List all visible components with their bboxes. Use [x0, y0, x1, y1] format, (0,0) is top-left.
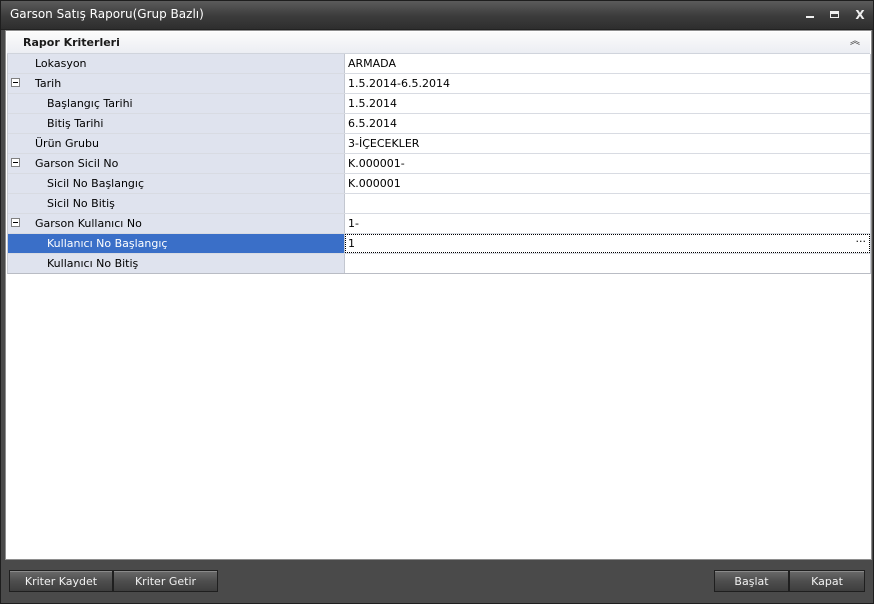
property-value: ARMADA	[348, 57, 396, 70]
save-criteria-button[interactable]: Kriter Kaydet	[9, 570, 113, 592]
collapse-icon[interactable]	[11, 158, 20, 167]
property-row-garson-sicil-no[interactable]: Garson Sicil No K.000001-	[8, 153, 870, 173]
button-bar: Kriter Kaydet Kriter Getir Başlat Kapat	[5, 560, 870, 600]
property-value: K.000001-	[348, 157, 405, 170]
app-window: Garson Satış Raporu(Grup Bazlı) X Rapor …	[0, 0, 874, 604]
property-row-kullanici-no-baslangic[interactable]: Kullanıcı No Başlangıç 1 ···	[8, 233, 870, 253]
collapse-icon[interactable]	[11, 218, 20, 227]
property-value: 1.5.2014-6.5.2014	[348, 77, 450, 90]
criteria-group-title: Rapor Kriterleri	[23, 36, 120, 49]
property-row-sicil-no-baslangic[interactable]: Sicil No Başlangıç K.000001	[8, 173, 870, 193]
property-row-bitis-tarihi[interactable]: Bitiş Tarihi 6.5.2014	[8, 113, 870, 133]
property-row-tarih[interactable]: Tarih 1.5.2014-6.5.2014	[8, 73, 870, 93]
kullanici-no-baslangic-input[interactable]: 1 ···	[345, 234, 870, 253]
chevron-double-up-icon[interactable]: ︽	[848, 35, 862, 49]
property-value: 1-	[348, 217, 359, 230]
close-window-button[interactable]: X	[851, 6, 869, 24]
property-row-baslangic-tarihi[interactable]: Başlangıç Tarihi 1.5.2014	[8, 93, 870, 113]
ellipsis-button[interactable]: ···	[856, 235, 867, 248]
property-label: Kullanıcı No Bitiş	[47, 257, 139, 270]
window-title: Garson Satış Raporu(Grup Bazlı)	[10, 7, 204, 21]
property-label: Ürün Grubu	[35, 137, 99, 150]
property-value: 1.5.2014	[348, 97, 397, 110]
property-label: Sicil No Başlangıç	[47, 177, 145, 190]
title-bar[interactable]: Garson Satış Raporu(Grup Bazlı) X	[1, 1, 873, 30]
property-label: Başlangıç Tarihi	[47, 97, 133, 110]
property-label: Tarih	[35, 77, 62, 90]
close-button[interactable]: Kapat	[789, 570, 865, 592]
property-label: Bitiş Tarihi	[47, 117, 104, 130]
property-grid: Lokasyon ARMADA Tarih 1.5.2014-6.5.2014 …	[7, 54, 871, 274]
criteria-panel: Rapor Kriterleri ︽ Lokasyon ARMADA Tarih…	[5, 30, 872, 560]
property-row-sicil-no-bitis[interactable]: Sicil No Bitiş	[8, 193, 870, 213]
property-label: Lokasyon	[35, 57, 87, 70]
collapse-icon[interactable]	[11, 78, 20, 87]
property-value: 3-İÇECEKLER	[348, 137, 420, 150]
property-label: Garson Sicil No	[35, 157, 119, 170]
property-row-urun-grubu[interactable]: Ürün Grubu 3-İÇECEKLER	[8, 133, 870, 153]
property-label: Sicil No Bitiş	[47, 197, 115, 210]
property-value: 6.5.2014	[348, 117, 397, 130]
property-value: 1	[348, 237, 355, 250]
minimize-button[interactable]	[801, 6, 819, 24]
property-row-garson-kullanici-no[interactable]: Garson Kullanıcı No 1-	[8, 213, 870, 233]
property-label: Kullanıcı No Başlangıç	[47, 237, 168, 250]
minimize-icon	[806, 16, 814, 18]
criteria-group-header: Rapor Kriterleri ︽	[7, 32, 870, 54]
maximize-button[interactable]	[826, 6, 844, 24]
property-value: K.000001	[348, 177, 401, 190]
load-criteria-button[interactable]: Kriter Getir	[113, 570, 218, 592]
maximize-icon	[830, 11, 839, 18]
property-row-kullanici-no-bitis[interactable]: Kullanıcı No Bitiş	[8, 253, 870, 273]
start-button[interactable]: Başlat	[714, 570, 789, 592]
property-label: Garson Kullanıcı No	[35, 217, 142, 230]
property-row-lokasyon[interactable]: Lokasyon ARMADA	[8, 54, 870, 73]
